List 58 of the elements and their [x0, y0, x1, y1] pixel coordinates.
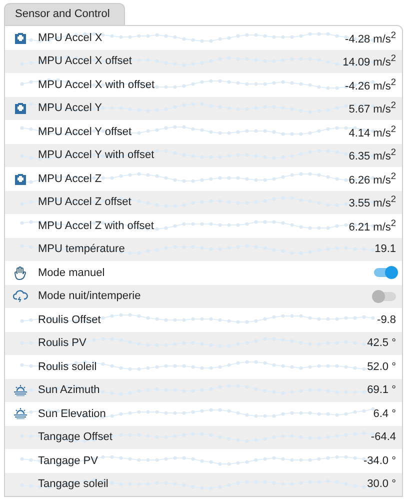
entity-row[interactable]: Tangage soleil 30.0 °	[5, 472, 402, 496]
entity-row[interactable]: MPU Accel X offset 14.09 m/s$^{2}$	[5, 50, 402, 73]
entity-label: MPU Accel Y with offset	[38, 149, 154, 162]
entity-label: MPU Accel Z	[38, 172, 102, 185]
entity-value: -4.26 m/s$^{2}$	[345, 76, 396, 93]
entity-row[interactable]: Roulis PV 42.5 °	[5, 332, 402, 355]
entity-label: Mode nuit/intemperie	[38, 290, 141, 302]
entity-label: Tangage Offset	[38, 431, 112, 444]
entity-label: MPU Accel X offset	[38, 55, 132, 68]
entity-label: MPU Accel Z offset	[38, 196, 132, 208]
entity-row[interactable]: MPU Accel Y 5.67 m/s$^{2}$	[5, 96, 402, 120]
entity-value: -34.0 °	[363, 454, 396, 467]
entity-value: 6.35 m/s$^{2}$	[348, 147, 396, 164]
entity-label: MPU Accel Y offset	[38, 126, 132, 138]
entity-label: Sun Elevation	[38, 408, 106, 420]
entity-label: Tangage PV	[38, 454, 98, 467]
hand-icon	[14, 266, 26, 280]
sunset-icon	[14, 384, 26, 396]
entity-row[interactable]: Sun Azimuth 69.1 °	[5, 378, 402, 402]
entity-label: Tangage soleil	[38, 478, 108, 490]
sensor-tab[interactable]: Sensor and Control	[4, 3, 125, 25]
entity-value: 52.0 °	[367, 360, 396, 373]
entity-value: -64.4	[370, 431, 396, 444]
entity-label: MPU Accel Y	[38, 102, 102, 114]
toggle-switch[interactable]	[374, 292, 396, 301]
entity-row[interactable]: MPU température 19.1	[5, 238, 402, 261]
entity-label: Roulis Offset	[38, 314, 101, 326]
entity-value: 5.67 m/s$^{2}$	[348, 100, 396, 116]
entity-row[interactable]: MPU Accel Z offset 3.55 m/s$^{2}$	[5, 190, 402, 214]
entity-label: MPU température	[38, 243, 125, 256]
entity-label: Mode manuel	[38, 266, 105, 279]
entity-label: MPU Accel X with offset	[38, 78, 155, 91]
entity-row[interactable]: Mode nuit/intemperie	[5, 284, 402, 308]
entity-value: 42.5 °	[367, 337, 396, 350]
first-aid-kit-icon	[14, 32, 26, 44]
entity-label: Roulis PV	[38, 337, 86, 350]
entity-row[interactable]: MPU Accel Y with offset 6.35 m/s$^{2}$	[5, 144, 402, 167]
entity-row[interactable]: Tangage Offset -64.4	[5, 426, 402, 449]
first-aid-kit-icon	[14, 102, 26, 114]
entity-value: 3.55 m/s$^{2}$	[348, 194, 396, 210]
entity-value: -4.28 m/s$^{2}$	[345, 30, 396, 46]
entity-label: Roulis soleil	[38, 360, 97, 373]
entity-value: 19.1	[374, 243, 396, 256]
entity-value: 14.09 m/s$^{2}$	[342, 53, 396, 70]
first-aid-kit-icon	[14, 172, 26, 185]
sunset-icon	[14, 408, 26, 420]
entity-label: MPU Accel X	[38, 32, 102, 44]
entity-value: 30.0 °	[367, 478, 396, 490]
cloud-icon	[12, 290, 28, 302]
entity-value: 6.4 °	[373, 408, 396, 420]
entity-value: 6.21 m/s$^{2}$	[348, 218, 396, 234]
entity-value: -9.8	[377, 314, 396, 326]
entity-value: 69.1 °	[367, 384, 396, 396]
entity-label: MPU Accel Z with offset	[38, 220, 154, 232]
entity-value: 6.26 m/s$^{2}$	[348, 170, 396, 187]
entity-label: Sun Azimuth	[38, 384, 100, 396]
toggle-switch[interactable]	[374, 268, 396, 278]
entity-value: 4.14 m/s$^{2}$	[348, 124, 396, 140]
